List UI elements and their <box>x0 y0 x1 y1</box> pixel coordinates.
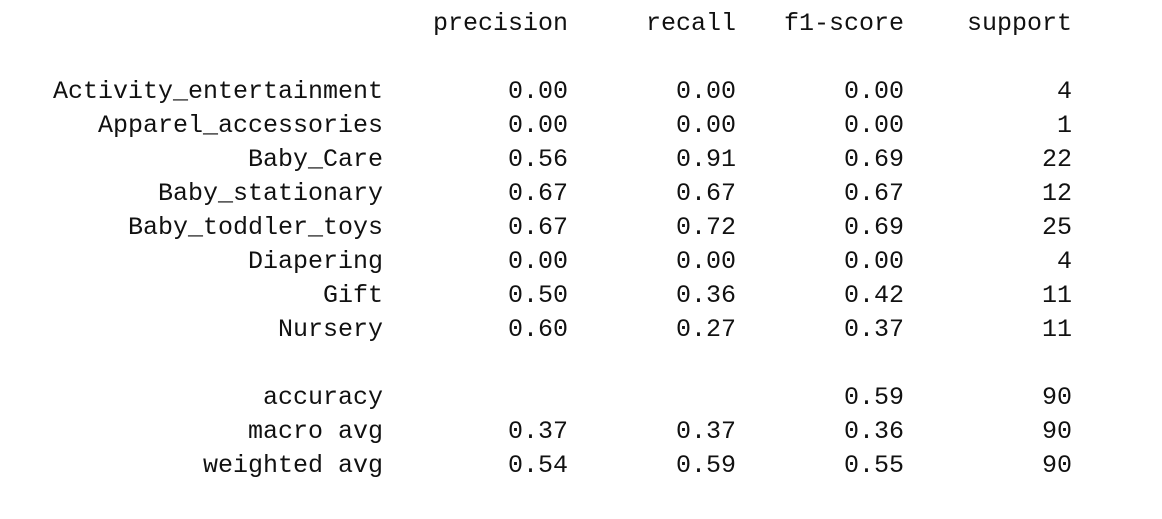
header-support: support <box>966 9 1072 38</box>
table-row: Baby_stationary 0.67 0.67 0.67 12 <box>0 177 1162 211</box>
f1-score-value: 0.42 <box>843 281 904 310</box>
f1-score-value: 0.55 <box>843 451 904 480</box>
f1-score-value: 0.00 <box>843 247 904 276</box>
precision-value: 0.50 <box>507 281 568 310</box>
row-label: Baby_Care <box>247 145 383 174</box>
support-value: 25 <box>1041 213 1072 242</box>
table-row: Nursery 0.60 0.27 0.37 11 <box>0 313 1162 347</box>
header-recall: recall <box>645 9 736 38</box>
table-row: Apparel_accessories 0.00 0.00 0.00 1 <box>0 109 1162 143</box>
precision-value: 0.00 <box>507 111 568 140</box>
accuracy-row: accuracy 0.59 90 <box>0 381 1162 415</box>
f1-score-value: 0.36 <box>843 417 904 446</box>
table-row: Diapering 0.00 0.00 0.00 4 <box>0 245 1162 279</box>
precision-value: 0.67 <box>507 213 568 242</box>
support-value: 4 <box>1056 247 1072 276</box>
support-value: 11 <box>1041 315 1072 344</box>
weighted-avg-row: weighted avg 0.54 0.59 0.55 90 <box>0 449 1162 483</box>
precision-value <box>400 381 568 415</box>
f1-score-value: 0.69 <box>843 145 904 174</box>
row-label: weighted avg <box>202 451 383 480</box>
row-label: accuracy <box>262 383 383 412</box>
row-label: Activity_entertainment <box>52 77 383 106</box>
recall-value: 0.59 <box>675 451 736 480</box>
f1-score-value: 0.69 <box>843 213 904 242</box>
precision-value: 0.37 <box>507 417 568 446</box>
table-row: Baby_toddler_toys 0.67 0.72 0.69 25 <box>0 211 1162 245</box>
f1-score-value: 0.67 <box>843 179 904 208</box>
recall-value: 0.00 <box>675 247 736 276</box>
precision-value: 0.54 <box>507 451 568 480</box>
support-value: 90 <box>1041 417 1072 446</box>
row-label: Baby_toddler_toys <box>127 213 383 242</box>
precision-value: 0.67 <box>507 179 568 208</box>
support-value: 4 <box>1056 77 1072 106</box>
recall-value: 0.72 <box>675 213 736 242</box>
recall-value: 0.37 <box>675 417 736 446</box>
row-label: Baby_stationary <box>157 179 383 208</box>
row-label: Apparel_accessories <box>97 111 383 140</box>
recall-value: 0.00 <box>675 77 736 106</box>
row-label: Gift <box>322 281 383 310</box>
f1-score-value: 0.59 <box>843 383 904 412</box>
recall-value: 0.91 <box>675 145 736 174</box>
precision-value: 0.00 <box>507 247 568 276</box>
header-precision: precision <box>432 9 568 38</box>
header-f1-score: f1-score <box>783 9 904 38</box>
header-row: precision recall f1-score support <box>0 7 1162 41</box>
support-value: 12 <box>1041 179 1072 208</box>
precision-value: 0.60 <box>507 315 568 344</box>
row-label: Diapering <box>247 247 383 276</box>
support-value: 1 <box>1056 111 1072 140</box>
f1-score-value: 0.00 <box>843 111 904 140</box>
table-row: Gift 0.50 0.36 0.42 11 <box>0 279 1162 313</box>
support-value: 90 <box>1041 383 1072 412</box>
row-label: macro avg <box>247 417 383 446</box>
macro-avg-row: macro avg 0.37 0.37 0.36 90 <box>0 415 1162 449</box>
f1-score-value: 0.37 <box>843 315 904 344</box>
recall-value <box>590 381 736 415</box>
table-row: Baby_Care 0.56 0.91 0.69 22 <box>0 143 1162 177</box>
support-value: 11 <box>1041 281 1072 310</box>
precision-value: 0.56 <box>507 145 568 174</box>
classification-report: precision recall f1-score support Activi… <box>0 0 1162 519</box>
recall-value: 0.67 <box>675 179 736 208</box>
recall-value: 0.00 <box>675 111 736 140</box>
precision-value: 0.00 <box>507 77 568 106</box>
recall-value: 0.36 <box>675 281 736 310</box>
recall-value: 0.27 <box>675 315 736 344</box>
f1-score-value: 0.00 <box>843 77 904 106</box>
row-label: Nursery <box>277 315 383 344</box>
support-value: 90 <box>1041 451 1072 480</box>
support-value: 22 <box>1041 145 1072 174</box>
table-row: Activity_entertainment 0.00 0.00 0.00 4 <box>0 75 1162 109</box>
